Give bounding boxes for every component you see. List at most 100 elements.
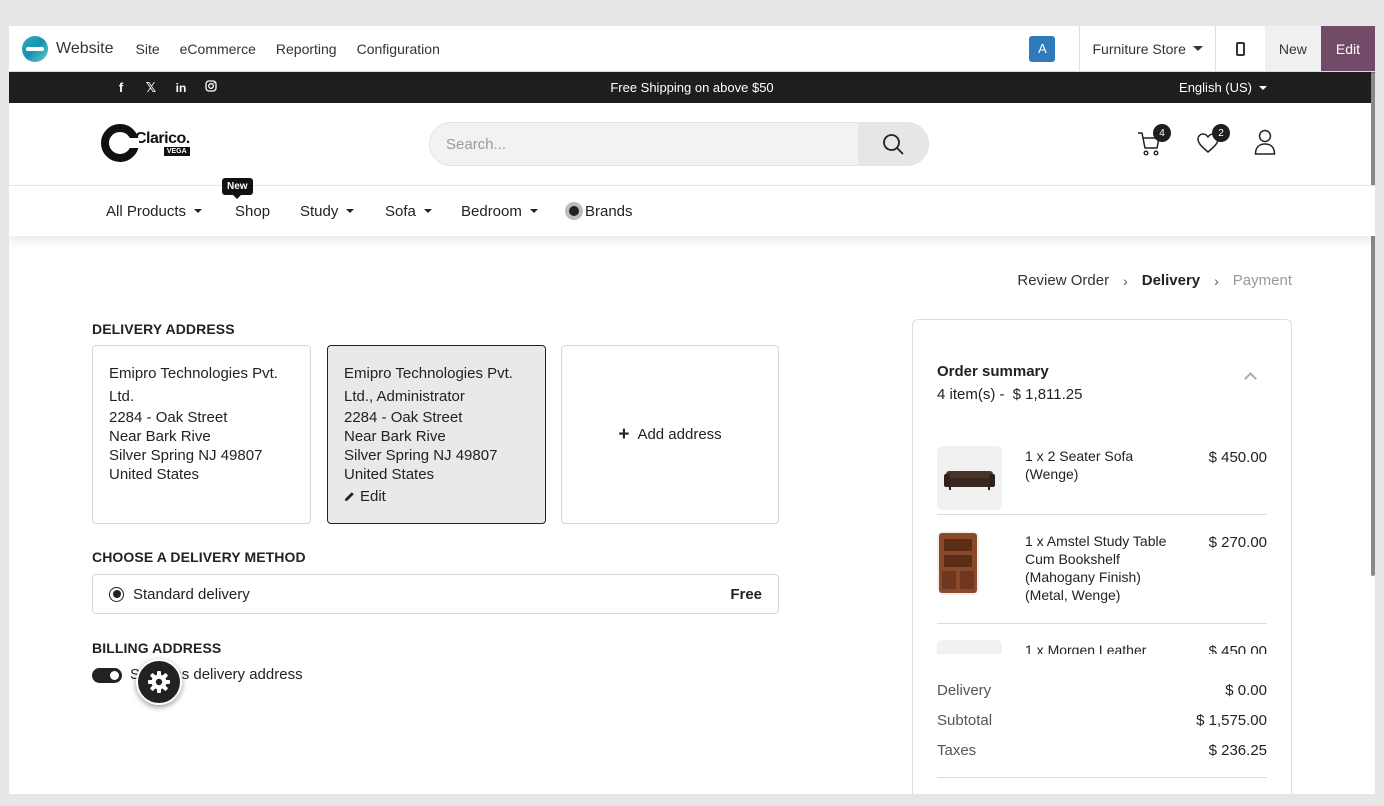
- nav-label: Study: [300, 202, 339, 220]
- announcement-bar: f 𝕏 in Free Shipping on above $50 Englis…: [9, 72, 1375, 103]
- app-name: Website: [56, 39, 114, 57]
- edit-address-link[interactable]: Edit: [344, 487, 529, 506]
- odoo-admin-bar: Website Site eCommerce Reporting Configu…: [9, 26, 1375, 72]
- address-street: 2284 - Oak Street: [109, 409, 228, 426]
- search-bar: [429, 122, 929, 166]
- total-row-taxes: Taxes $ 236.25: [937, 735, 1267, 765]
- nav-sofa[interactable]: Sofa: [385, 186, 432, 236]
- add-address-button[interactable]: + Add address: [561, 345, 779, 524]
- address-street2: Near Bark Rive: [344, 428, 446, 445]
- pencil-icon: [344, 492, 354, 502]
- delivery-address-title: DELIVERY ADDRESS: [92, 321, 235, 337]
- order-summary-subtitle: 4 item(s) - $ 1,811.25: [937, 386, 1082, 403]
- sofa-image: [944, 471, 995, 490]
- nav-label: Brands: [585, 202, 633, 220]
- chevron-right-icon: ›: [1123, 272, 1128, 289]
- chevron-up-icon[interactable]: [1244, 372, 1257, 385]
- total-value: $ 0.00: [1225, 681, 1267, 699]
- total-value: $ 1,575.00: [1196, 711, 1267, 729]
- account-button[interactable]: [1254, 129, 1276, 160]
- total-label: Taxes: [937, 741, 977, 759]
- total-row-delivery: Delivery $ 0.00: [937, 675, 1267, 705]
- product-thumbnail: [937, 446, 1002, 510]
- nav-brands[interactable]: Brands: [565, 186, 633, 236]
- address-street: 2284 - Oak Street: [344, 409, 463, 426]
- summary-item: 1 x Amstel Study Table Cum Bookshelf (Ma…: [937, 515, 1267, 624]
- delivery-method-title: CHOOSE A DELIVERY METHOD: [92, 549, 306, 565]
- address-card[interactable]: Emipro Technologies Pvt. Ltd. 2284 - Oak…: [92, 345, 311, 524]
- address-city: Silver Spring NJ 49807: [109, 447, 263, 464]
- caret-down-icon: [346, 209, 355, 213]
- edit-button[interactable]: Edit: [1320, 26, 1375, 71]
- mobile-preview-button[interactable]: [1214, 26, 1265, 71]
- caret-down-icon: [423, 209, 432, 213]
- checkout-steps: Review Order › Delivery › Payment: [1017, 272, 1292, 289]
- caret-down-icon: [1259, 85, 1267, 90]
- address-city: Silver Spring NJ 49807: [344, 447, 498, 464]
- step-delivery: Delivery: [1141, 272, 1201, 289]
- search-input[interactable]: [446, 123, 846, 165]
- announcement-text: Free Shipping on above $50: [610, 80, 774, 95]
- caret-down-icon: [1192, 46, 1203, 51]
- browser-viewport: Website Site eCommerce Reporting Configu…: [9, 26, 1375, 794]
- summary-items: 1 x 2 Seater Sofa (Wenge) $ 450.00 1 x A…: [937, 438, 1267, 654]
- delivery-option-label: Standard delivery: [133, 585, 250, 603]
- plus-icon: +: [618, 423, 630, 445]
- app-brand[interactable]: Website: [9, 35, 114, 62]
- wishlist-count-badge: 2: [1212, 124, 1230, 142]
- nav-bedroom[interactable]: Bedroom: [461, 186, 538, 236]
- nav-all-products[interactable]: All Products: [106, 186, 203, 236]
- address-name: Emipro Technologies Pvt. Ltd., Administr…: [344, 365, 513, 405]
- new-button[interactable]: New: [1264, 26, 1321, 71]
- admin-menu: Site eCommerce Reporting Configuration: [126, 41, 450, 57]
- caret-down-icon: [194, 209, 203, 213]
- totals-divider: [937, 777, 1267, 778]
- admin-menu-reporting[interactable]: Reporting: [266, 41, 347, 57]
- logo-sub: VEGA: [163, 147, 190, 156]
- language-selector[interactable]: English (US): [1179, 72, 1267, 103]
- search-button[interactable]: [858, 123, 928, 165]
- radio-selected-icon[interactable]: [109, 586, 124, 602]
- order-total: $ 1,811.25: [1012, 386, 1083, 403]
- gear-icon: [148, 671, 170, 693]
- item-name: 1 x Amstel Study Table Cum Bookshelf (Ma…: [1025, 533, 1167, 603]
- delivery-option-standard[interactable]: Standard delivery Free: [92, 574, 779, 614]
- caret-down-icon: [529, 209, 538, 213]
- wishlist-button[interactable]: 2: [1196, 124, 1230, 160]
- edit-label: Edit: [360, 488, 386, 505]
- order-summary: Order summary 4 item(s) - $ 1,811.25 1 x…: [912, 319, 1292, 794]
- bookshelf-image: [939, 533, 977, 593]
- item-price: $ 450.00: [1208, 449, 1267, 466]
- brands-icon: [565, 202, 583, 220]
- address-name: Emipro Technologies Pvt. Ltd.: [109, 365, 278, 405]
- nav-study[interactable]: Study: [300, 186, 355, 236]
- search-icon: [883, 134, 904, 155]
- theme-settings-button[interactable]: [136, 659, 182, 705]
- step-payment: Payment: [1232, 272, 1292, 289]
- summary-item: 1 x Morgen Leather $ 450.00: [937, 624, 1267, 654]
- site-logo[interactable]: Clarico. VEGA: [101, 124, 190, 162]
- admin-menu-configuration[interactable]: Configuration: [347, 41, 450, 57]
- summary-item: 1 x 2 Seater Sofa (Wenge) $ 450.00: [937, 438, 1267, 515]
- cart-button[interactable]: 4: [1137, 124, 1171, 162]
- mobile-icon: [1235, 41, 1245, 56]
- admin-menu-ecommerce[interactable]: eCommerce: [170, 41, 266, 57]
- logo-mark: [101, 124, 139, 162]
- store-selector[interactable]: Furniture Store: [1079, 26, 1214, 71]
- product-thumbnail: [937, 531, 979, 595]
- step-review-order[interactable]: Review Order: [1017, 272, 1109, 289]
- address-card-selected[interactable]: Emipro Technologies Pvt. Ltd., Administr…: [327, 345, 546, 524]
- admin-right: A Furniture Store New Edit: [1029, 26, 1375, 71]
- admin-menu-site[interactable]: Site: [126, 41, 170, 57]
- item-price: $ 450.00: [1208, 643, 1267, 654]
- add-address-label: Add address: [637, 426, 722, 443]
- website-app-icon: [22, 35, 48, 62]
- item-name: 1 x 2 Seater Sofa (Wenge): [1025, 448, 1134, 482]
- items-count: 4 item(s) -: [937, 386, 1005, 403]
- user-avatar[interactable]: A: [1029, 35, 1056, 62]
- user-icon: [1254, 129, 1276, 155]
- billing-address-title: BILLING ADDRESS: [92, 640, 222, 656]
- nav-label: Bedroom: [461, 202, 522, 220]
- same-as-delivery-toggle[interactable]: [92, 668, 122, 683]
- chevron-right-icon: ›: [1214, 272, 1219, 289]
